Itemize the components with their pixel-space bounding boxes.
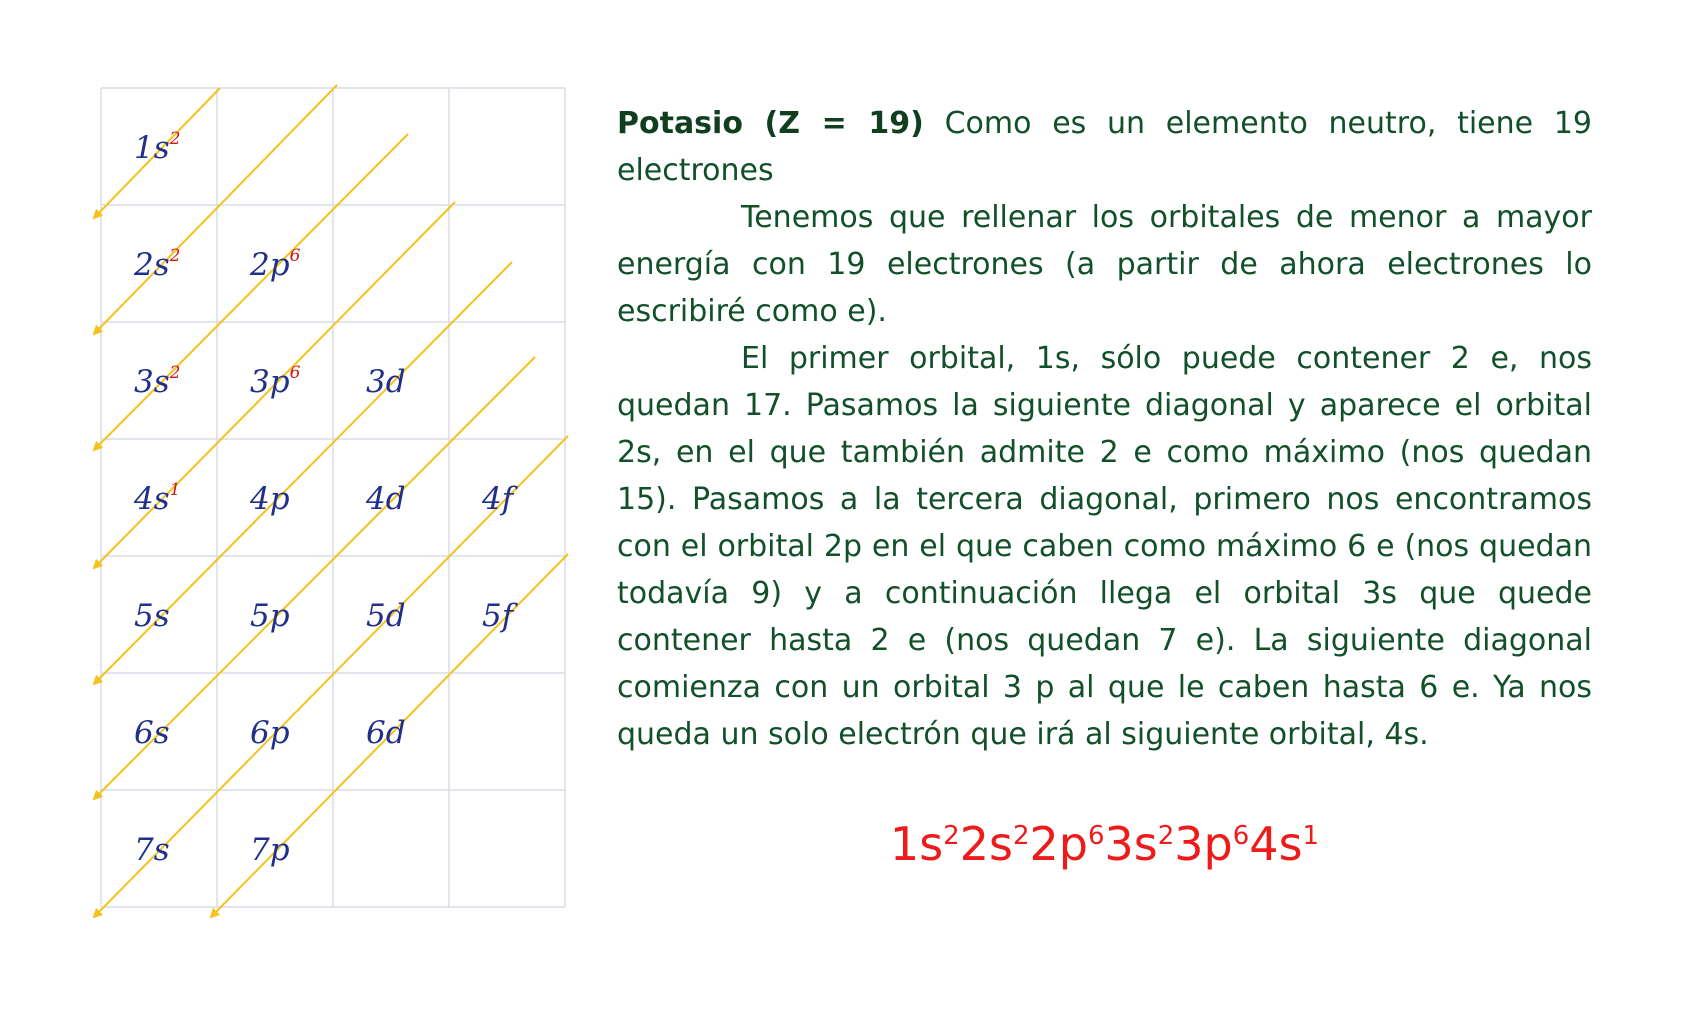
paragraph-2: El primer orbital, 1s, sólo puede conten… bbox=[617, 341, 1592, 752]
orbital-label-3s: 3s2 bbox=[134, 363, 180, 400]
orbital-superscript: 2 bbox=[169, 246, 181, 266]
orbital-label-1s: 1s2 bbox=[134, 129, 180, 166]
orbital-label-4s: 4s1 bbox=[133, 480, 180, 517]
orbital-label-4p: 4p bbox=[249, 481, 290, 517]
diagonal-arrow bbox=[92, 133, 409, 452]
orbital-label-7p: 7p bbox=[250, 832, 290, 868]
aufbau-diagram-svg: 1s2 2s2 2p6 3s2 3p6 3d 4s1 4p 4d 4f 5s 5p 5d 5f 6s 6p 6d… bbox=[92, 84, 569, 919]
orbital-label-4f: 4f bbox=[481, 481, 519, 517]
orbital-superscript: 6 bbox=[290, 246, 301, 266]
orbital-label-5f: 5f bbox=[482, 598, 519, 634]
orbital-label-6d: 6d bbox=[366, 715, 406, 751]
formula-exponent: 2 bbox=[1012, 820, 1030, 851]
intro-paragraph: Potasio (Z = 19) Como es un elemento neu… bbox=[617, 100, 1592, 194]
formula-orbital: 2s bbox=[959, 817, 1013, 871]
element-title: Potasio (Z = 19) bbox=[617, 106, 924, 141]
orbital-label-6p: 6p bbox=[250, 715, 290, 751]
formula-exponent: 6 bbox=[1232, 820, 1250, 851]
orbital-label-7s: 7s bbox=[134, 832, 170, 868]
formula-orbital: 3p bbox=[1174, 817, 1233, 871]
orbital-label-5d: 5d bbox=[366, 598, 406, 634]
orbital-superscript: 2 bbox=[169, 129, 181, 149]
paragraph-1: Tenemos que rellenar los orbitales de me… bbox=[617, 200, 1592, 329]
formula-exponent: 1 bbox=[1302, 820, 1320, 851]
formula-exponent: 2 bbox=[943, 820, 960, 851]
diagonal-arrow bbox=[92, 84, 338, 336]
orbital-label-2s: 2s2 bbox=[133, 246, 180, 283]
orbital-label-5s: 5s bbox=[134, 598, 170, 634]
orbital-label-4d: 4d bbox=[365, 481, 406, 517]
orbital-label-6s: 6s bbox=[134, 715, 170, 751]
orbital-labels: 1s2 2s2 2p6 3s2 3p6 3d 4s1 4p 4d 4f 5s 5p 5d 5f 6s 6p 6d… bbox=[133, 129, 519, 868]
formula-orbital: 4s bbox=[1249, 817, 1303, 871]
explanation-text: Potasio (Z = 19) Como es un elemento neu… bbox=[617, 100, 1592, 758]
formula-exponent: 6 bbox=[1087, 820, 1105, 851]
orbital-superscript: 1 bbox=[170, 480, 181, 500]
formula-exponent: 2 bbox=[1157, 820, 1175, 851]
orbital-label-2p: 2p6 bbox=[249, 246, 301, 283]
orbital-label-3d: 3d bbox=[366, 364, 406, 400]
orbital-label-3p: 3p6 bbox=[250, 363, 301, 400]
formula-orbital: 1s bbox=[889, 817, 944, 871]
formula-orbital: 2p bbox=[1029, 817, 1088, 871]
orbital-superscript: 2 bbox=[169, 363, 181, 383]
aufbau-diagram: 1s2 2s2 2p6 3s2 3p6 3d 4s1 4p 4d 4f 5s 5p 5d 5f 6s 6p 6d… bbox=[0, 0, 640, 1028]
formula-orbital: 3s bbox=[1104, 817, 1158, 871]
electron-configuration: 1s22s22p63s23p64s1 bbox=[617, 814, 1592, 874]
orbital-superscript: 6 bbox=[290, 363, 301, 383]
orbital-label-5p: 5p bbox=[250, 598, 290, 634]
